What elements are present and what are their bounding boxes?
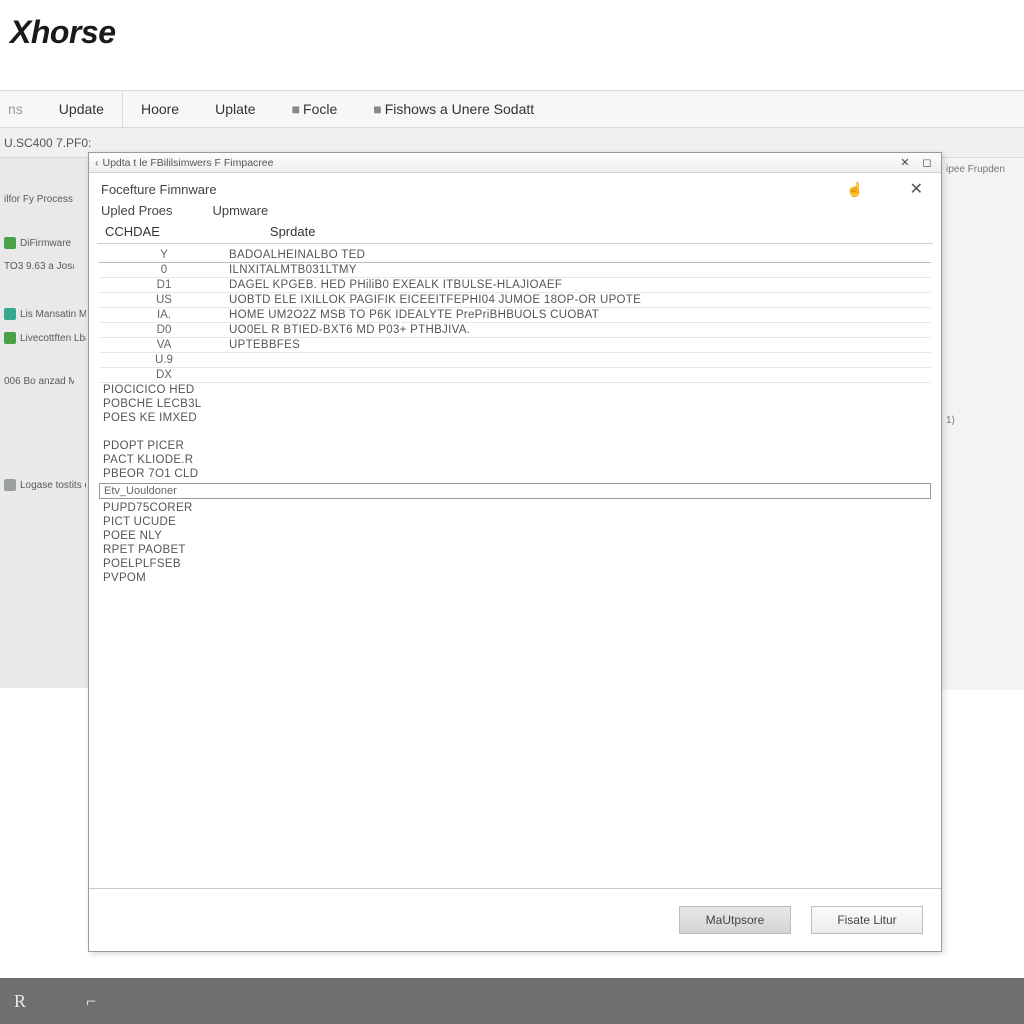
right-strip-line2: 1) [946,415,1020,426]
list-item[interactable]: RPET PAOBET [99,543,931,557]
dialog-titlebar[interactable]: ‹ Updta t le FBililsimwers F Fimpacree ✕… [89,153,941,173]
list-item[interactable]: PDOPT PICER [99,439,931,453]
tab-firmware[interactable]: Upmware [213,203,269,218]
list-item[interactable]: PIOCICICO HED [99,383,931,397]
list-item[interactable]: POBCHE LECB3L [99,397,931,411]
sidebar-item-3[interactable]: Livecottften Lbatl [0,326,90,350]
bullet-icon [4,308,16,320]
brand-logo: Xhorse [10,14,115,50]
menu-item-ns[interactable]: ns [0,91,41,127]
table-row[interactable]: USUOBTD ELE IXILLOK PAGIFIK EICEEITFEPHI… [99,293,931,308]
list-item[interactable]: PVPOM [99,571,931,585]
right-strip-line1: ipee Frupden [946,164,1020,175]
selected-list-item[interactable]: Etv_Uouldoner [99,483,931,499]
update-button[interactable]: MaUtpsore [679,906,791,934]
back-icon[interactable]: ‹ [95,157,99,169]
logo-area: Xhorse [0,0,1024,90]
list-item[interactable]: POES KE IMXED [99,411,931,425]
table-row[interactable]: D0UO0EL R BTIED-BXT6 MD P03+ PTHBJIVA. [99,323,931,338]
col-update: Sprdate [270,224,316,239]
dialog-title-text: Updta t le FBililsimwers F Fimpacree [103,157,274,169]
minimize-icon[interactable]: ✕ [897,156,913,170]
dialog-column-headers: CCHDAE Sprdate [97,220,933,244]
close-icon[interactable]: ✕ [910,179,929,199]
main-menubar: ns Update Hoore Uplate ■Focle ■Fishows a… [0,90,1024,128]
sidebar-header: ilfor Fy Process [0,188,90,211]
table-row[interactable]: D1DAGEL KPGEB. HED PHiliB0 EXEALK ITBULS… [99,278,931,293]
right-strip: ipee Frupden 1) [942,160,1024,690]
sidebar: ilfor Fy Process DiFirmware TO3 9.63 a J… [0,158,90,688]
sidebar-item-2[interactable]: Lis Mansatin Miti [0,302,90,326]
update-firmware-dialog: ‹ Updta t le FBililsimwers F Fimpacree ✕… [88,152,942,952]
sidebar-item-firmware[interactable]: DiFirmware [0,231,90,255]
cancel-button[interactable]: Fisate Litur [811,906,923,934]
dialog-body: YBADOALHEINALBO TED 0ILNXITALMTB031LTMY … [89,244,941,882]
sidebar-item-1[interactable]: TO3 9.63 a Josantban [0,255,90,278]
table-row[interactable]: 0ILNXITALMTB031LTMY [99,263,931,278]
taskbar-glyph-1[interactable]: R [14,991,26,1012]
taskbar-glyph-2[interactable]: ⌐ [86,991,96,1012]
dialog-footer: MaUtpsore Fisate Litur [89,889,941,951]
menu-item-update[interactable]: Update [41,91,122,127]
list-item[interactable]: PBEOR 7O1 CLD [99,467,931,481]
table-row[interactable]: VAUPTEBBFES [99,338,931,353]
subbar-label: U.SC400 7.PF0: [4,136,91,150]
table-row[interactable]: IA.HOME UM2O2Z MSB TO P6K IDEALYTE PrePr… [99,308,931,323]
cursor-icon: ☝ [846,181,863,198]
sidebar-item-4[interactable]: 006 Bo anzad Misl [0,370,90,393]
taskbar[interactable]: R ⌐ [0,978,1024,1024]
table-row[interactable]: U.9 [99,353,931,368]
bullet-icon [4,479,16,491]
menu-item-focle[interactable]: ■Focle [274,91,356,127]
menu-item-fishows[interactable]: ■Fishows a Unere Sodatt [355,91,552,127]
sidebar-item-5[interactable]: Logase tostits on [0,473,90,497]
list-item[interactable]: PUPD75CORER [99,501,931,515]
bullet-icon [4,332,16,344]
list-item[interactable]: PICT UCUDE [99,515,931,529]
list-item[interactable]: POELPLFSEB [99,557,931,571]
brand-logo-x: Xhorse [10,14,115,50]
maximize-icon[interactable]: ◻ [919,156,935,170]
table-row[interactable]: YBADOALHEINALBO TED [99,248,931,263]
col-code: CCHDAE [105,224,160,239]
menu-item-hoore[interactable]: Hoore [123,91,197,127]
menu-item-focle-label: Focle [303,101,337,117]
menu-item-fishows-label: Fishows a Unere Sodatt [385,101,534,117]
dialog-subheader: Focefture Fimnware ☝ ✕ [89,173,941,199]
tab-upload-process[interactable]: Upled Proes [101,203,173,218]
bullet-icon [4,237,16,249]
menu-item-uplate[interactable]: Uplate [197,91,273,127]
list-item[interactable]: POEE NLY [99,529,931,543]
list-item[interactable]: PACT KLIODE.R [99,453,931,467]
dialog-tabs: Upled Proes Upmware [89,199,941,220]
dialog-subtitle: Focefture Fimnware [101,182,217,197]
table-row[interactable]: DX [99,368,931,383]
